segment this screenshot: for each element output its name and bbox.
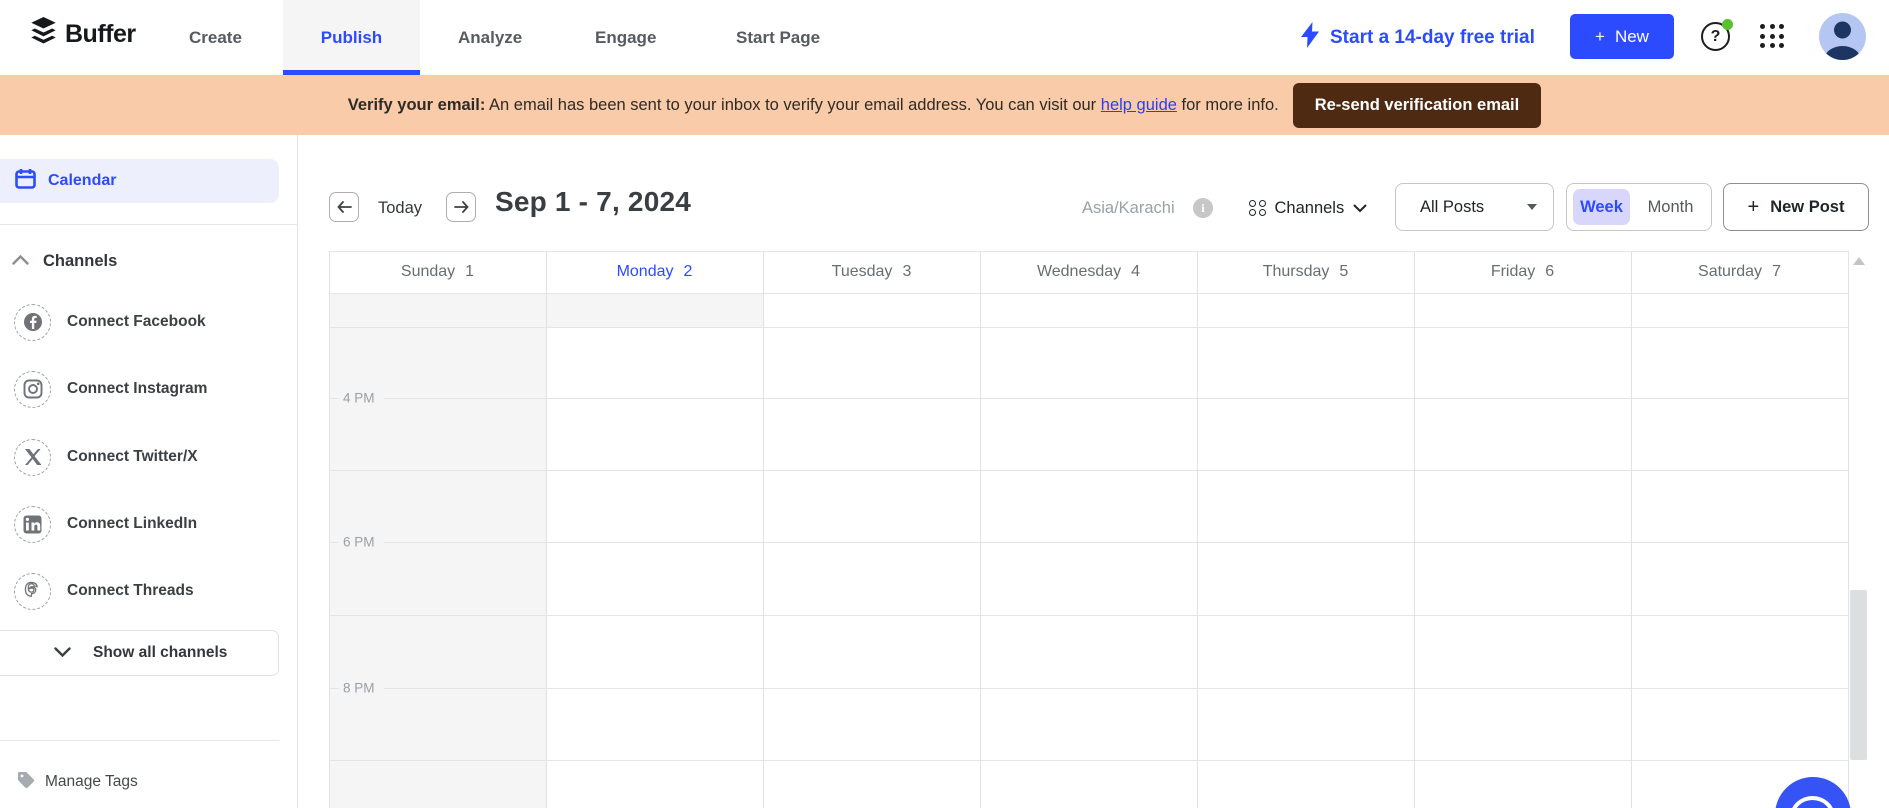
day-column-friday[interactable] — [1414, 293, 1631, 808]
linkedin-icon — [14, 506, 51, 543]
date-range-title: Sep 1 - 7, 2024 — [495, 186, 691, 218]
chevron-down-icon — [1353, 204, 1367, 213]
nav-item-start-page[interactable]: Start Page — [736, 0, 820, 75]
channels-filter-dropdown[interactable]: Channels — [1249, 192, 1367, 224]
next-week-button[interactable] — [446, 192, 476, 222]
new-button[interactable]: + New — [1570, 14, 1674, 59]
prev-week-button[interactable] — [329, 192, 359, 222]
day-header-thursday: Thursday5 — [1197, 251, 1414, 293]
tag-icon — [16, 770, 36, 795]
grid-column-line — [1848, 251, 1849, 808]
time-label: 4 PM — [339, 389, 384, 408]
instagram-icon — [14, 371, 51, 408]
show-all-channels-button[interactable]: Show all channels — [0, 630, 279, 676]
view-month-button[interactable]: Month — [1630, 198, 1711, 217]
sidebar: Calendar Channels Connect Facebook Conne… — [0, 135, 298, 808]
buffer-logo-icon — [30, 17, 57, 52]
apps-grid-icon[interactable] — [1760, 24, 1784, 48]
day-header-monday: Monday2 — [546, 251, 763, 293]
day-header-friday: Friday6 — [1414, 251, 1631, 293]
chat-smiley-icon — [1790, 796, 1835, 808]
connect-twitter-x-button[interactable]: Connect Twitter/X — [0, 433, 279, 481]
twitter-x-icon — [14, 439, 51, 476]
day-column-wednesday[interactable] — [980, 293, 1197, 808]
posts-filter-select[interactable]: All Posts — [1395, 183, 1554, 231]
brand-name: Buffer — [65, 20, 136, 49]
online-status-dot — [1722, 19, 1733, 30]
nav-item-create[interactable]: Create — [189, 0, 242, 75]
timezone-info-icon[interactable]: i — [1193, 198, 1213, 218]
help-guide-link[interactable]: help guide — [1101, 96, 1177, 114]
view-toggle: Week Month — [1566, 183, 1712, 231]
time-label: 6 PM — [339, 533, 384, 552]
nav-item-engage[interactable]: Engage — [595, 0, 656, 75]
help-button[interactable]: ? — [1701, 22, 1731, 52]
channels-grid-icon — [1249, 200, 1266, 217]
avatar[interactable] — [1819, 13, 1866, 60]
nav-item-publish[interactable]: Publish — [283, 0, 420, 75]
verify-email-banner: Verify your email: An email has been sen… — [0, 75, 1889, 135]
connect-instagram-button[interactable]: Connect Instagram — [0, 365, 279, 413]
caret-down-icon — [1527, 204, 1537, 210]
nav-item-analyze[interactable]: Analyze — [458, 0, 522, 75]
day-header-saturday: Saturday7 — [1631, 251, 1848, 293]
facebook-icon — [14, 304, 51, 341]
plus-icon: + — [1595, 27, 1605, 47]
day-header-sunday: Sunday1 — [329, 251, 546, 293]
day-column-thursday[interactable] — [1197, 293, 1414, 808]
day-column-monday[interactable] — [546, 293, 763, 808]
sidebar-divider — [0, 224, 298, 225]
connect-threads-button[interactable]: Connect Threads — [0, 567, 279, 615]
timezone-label: Asia/Karachi — [1082, 199, 1175, 218]
view-week-button[interactable]: Week — [1573, 189, 1630, 225]
today-button[interactable]: Today — [378, 199, 422, 218]
new-post-button[interactable]: + New Post — [1723, 183, 1869, 231]
top-nav: Buffer Create Publish Analyze Engage Sta… — [0, 0, 1889, 75]
day-column-saturday[interactable] — [1631, 293, 1848, 808]
channels-section-header[interactable]: Channels — [0, 248, 279, 274]
scrollbar-thumb[interactable] — [1850, 590, 1867, 760]
sidebar-item-calendar[interactable]: Calendar — [0, 159, 279, 203]
sidebar-divider — [0, 740, 279, 741]
calendar-week-grid: Sunday1Monday2Tuesday3Wednesday4Thursday… — [329, 251, 1849, 808]
threads-icon — [14, 573, 51, 610]
plus-icon: + — [1748, 197, 1760, 217]
connect-linkedin-button[interactable]: Connect LinkedIn — [0, 500, 279, 548]
lightning-bolt-icon — [1300, 22, 1320, 53]
buffer-logo[interactable]: Buffer — [30, 17, 136, 52]
day-header-tuesday: Tuesday3 — [763, 251, 980, 293]
connect-facebook-button[interactable]: Connect Facebook — [0, 298, 279, 346]
day-header-wednesday: Wednesday4 — [980, 251, 1197, 293]
calendar-icon — [15, 168, 36, 194]
scrollbar-up-arrow-icon[interactable] — [1853, 257, 1865, 265]
chevron-up-icon — [12, 252, 29, 270]
free-trial-link[interactable]: Start a 14-day free trial — [1300, 0, 1535, 75]
buffer-app: Buffer Create Publish Analyze Engage Sta… — [0, 0, 1889, 808]
day-column-tuesday[interactable] — [763, 293, 980, 808]
resend-verification-button[interactable]: Re-send verification email — [1293, 83, 1542, 128]
chevron-down-icon — [54, 644, 71, 662]
banner-text: Verify your email: An email has been sen… — [348, 96, 1279, 115]
time-label: 8 PM — [339, 679, 384, 698]
manage-tags-button[interactable]: Manage Tags — [0, 767, 279, 797]
